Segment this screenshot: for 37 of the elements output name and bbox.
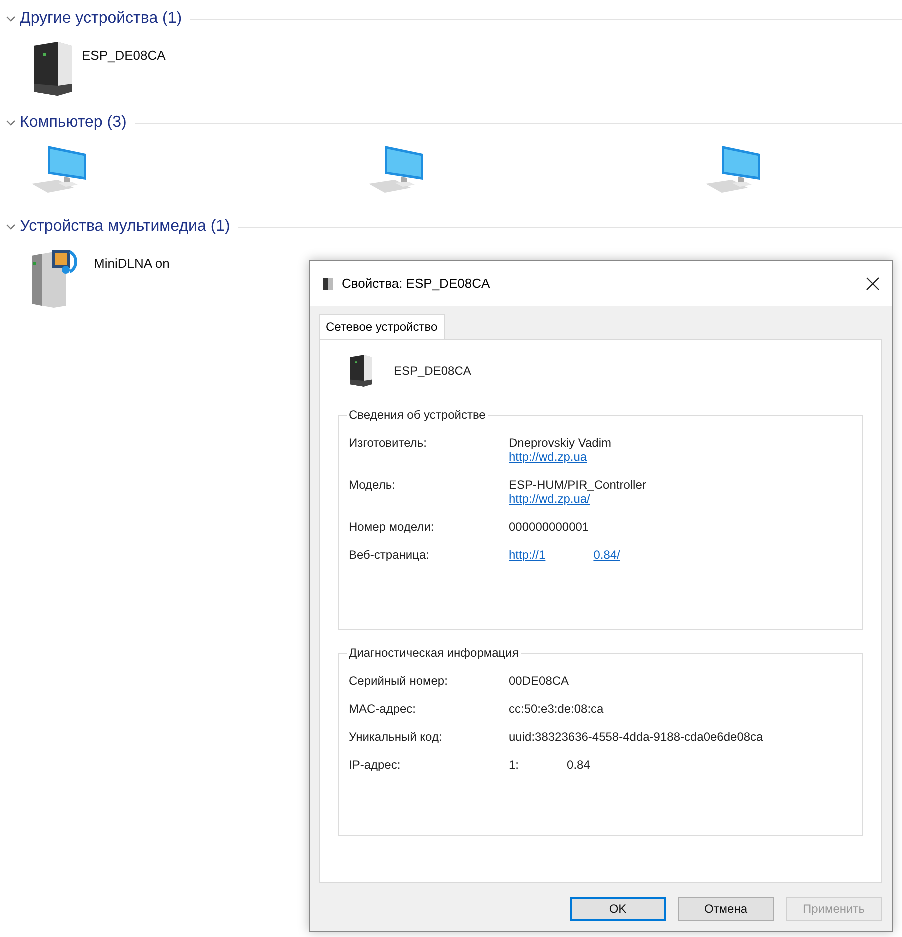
device-label[interactable]: ESP_DE08CA <box>82 48 166 63</box>
field-value: ESP-HUM/PIR_Controller <box>509 478 646 492</box>
field-value: 1: <box>509 758 520 772</box>
field-value: 000000000001 <box>509 520 590 534</box>
close-icon[interactable] <box>866 276 880 290</box>
section-title: Сведения об устройстве <box>348 408 487 422</box>
group-header[interactable]: Компьютер (3) <box>20 114 127 132</box>
field-label: IP-адрес: <box>349 758 402 772</box>
device-icon <box>322 276 334 290</box>
field-value: cc:50:e3:de:08:ca <box>509 702 604 716</box>
field-label: Серийный номер: <box>349 674 449 688</box>
group-header[interactable]: Другие устройства (1) <box>20 10 182 28</box>
dialog-button[interactable]: Отмена <box>678 897 774 921</box>
field-label: Веб-страница: <box>349 548 430 562</box>
field-value: Dneprovskiy Vadim <box>509 436 612 450</box>
field-value: uuid:38323636-4558-4dda-9188-cda0e6de08ca <box>509 730 764 744</box>
section-title: Диагностическая информация <box>348 646 520 660</box>
device-name: ESP_DE08CA <box>394 364 472 378</box>
field-label: Уникальный код: <box>349 730 444 744</box>
chevron-icon[interactable] <box>6 14 16 24</box>
dialog-title: Свойства: ESP_DE08CA <box>342 276 492 291</box>
link[interactable]: 0.84/ <box>594 548 620 562</box>
link[interactable]: http://wd.zp.ua <box>509 450 588 464</box>
chevron-icon[interactable] <box>6 118 16 128</box>
tab[interactable]: Сетевое устройство <box>319 314 445 339</box>
dialog-button[interactable]: OK <box>570 897 666 921</box>
chevron-icon[interactable] <box>6 222 16 232</box>
field-label: Изготовитель: <box>349 436 428 452</box>
link[interactable]: http://wd.zp.ua/ <box>509 492 590 506</box>
link[interactable]: http://1 <box>509 548 546 562</box>
field-value: 0.84 <box>567 758 590 772</box>
field-label: MAC-адрес: <box>349 702 418 716</box>
group-header[interactable]: Устройства мультимедиа (1) <box>20 218 230 236</box>
field-value: 00DE08CA <box>509 674 570 688</box>
device-label[interactable]: MiniDLNA on <box>94 256 170 271</box>
field-label: Модель: <box>349 478 396 494</box>
field-label: Номер модели: <box>349 520 436 534</box>
